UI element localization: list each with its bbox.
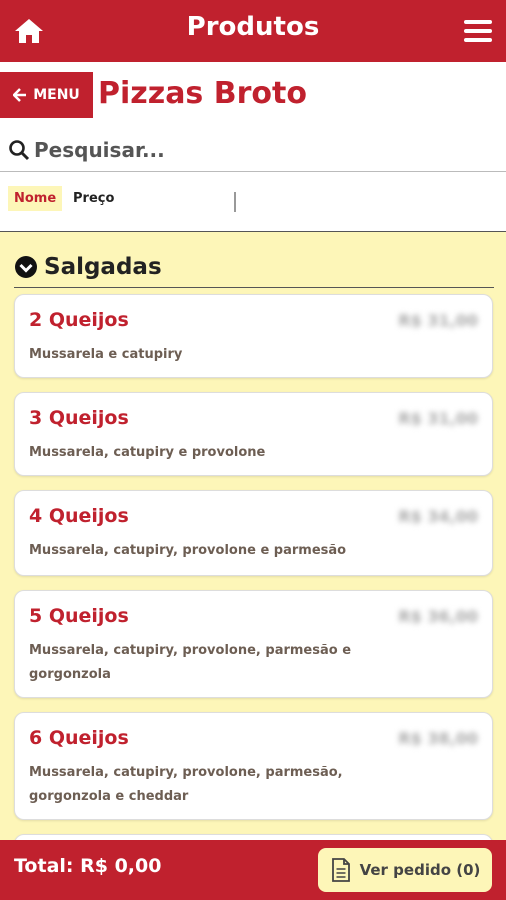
product-description: Mussarela, catupiry e provolone	[29, 445, 266, 460]
sort-divider	[234, 192, 236, 212]
product-card[interactable]: 5 Queijos R$ 36,00 Mussarela, catupiry, …	[14, 590, 493, 698]
order-footer: Total: R$ 0,00 Ver pedido (0)	[0, 840, 506, 900]
product-card[interactable]: 3 Queijos R$ 31,00 Mussarela, catupiry e…	[14, 392, 493, 476]
product-description: Mussarela, catupiry, provolone, parmesão…	[29, 643, 352, 682]
page-title: Pizzas Broto	[98, 76, 307, 111]
menu-button-label: MENU	[33, 87, 80, 103]
product-price: R$ 34,00	[398, 507, 478, 526]
search-bar	[0, 128, 506, 172]
order-total: Total: R$ 0,00	[14, 855, 162, 877]
arrow-left-icon	[13, 88, 27, 102]
product-card[interactable]: 6 Queijos R$ 38,00 Mussarela, catupiry, …	[14, 712, 493, 820]
product-price: R$ 38,00	[398, 729, 478, 748]
product-description: Mussarela, catupiry, provolone, parmesão…	[29, 765, 343, 804]
view-order-label: Ver pedido (0)	[359, 861, 481, 879]
product-card[interactable]: 4 Queijos R$ 34,00 Mussarela, catupiry, …	[14, 490, 493, 576]
top-app-bar: Produtos	[0, 0, 506, 62]
product-description: Mussarela e catupiry	[29, 347, 183, 362]
sort-bar: Nome Preço	[0, 174, 506, 232]
search-icon	[9, 139, 30, 160]
product-name: 4 Queijos	[29, 505, 129, 527]
product-price: R$ 36,00	[398, 607, 478, 626]
header-area: MENU Pizzas Broto Nome Preço	[0, 62, 506, 232]
product-name: 3 Queijos	[29, 407, 129, 429]
product-name: 5 Queijos	[29, 605, 129, 627]
app-bar-title: Produtos	[186, 12, 320, 42]
chevron-down-circle-icon	[15, 255, 37, 278]
section-header-salgadas[interactable]: Salgadas	[14, 246, 494, 288]
product-price: R$ 31,00	[398, 409, 478, 428]
hamburger-icon[interactable]	[464, 20, 492, 42]
view-order-button[interactable]: Ver pedido (0)	[318, 848, 492, 892]
search-input[interactable]	[34, 137, 474, 162]
product-name: 6 Queijos	[29, 727, 129, 749]
document-icon	[331, 858, 350, 882]
back-to-menu-button[interactable]: MENU	[0, 72, 93, 118]
sort-tab-preco[interactable]: Preço	[73, 191, 114, 206]
section-label: Salgadas	[44, 253, 162, 280]
sort-tab-nome[interactable]: Nome	[8, 186, 63, 211]
product-description: Mussarela, catupiry, provolone e parmesã…	[29, 543, 347, 558]
product-card[interactable]: 2 Queijos R$ 31,00 Mussarela e catupiry	[14, 294, 493, 378]
product-name: 2 Queijos	[29, 309, 129, 331]
product-price: R$ 31,00	[398, 311, 478, 330]
